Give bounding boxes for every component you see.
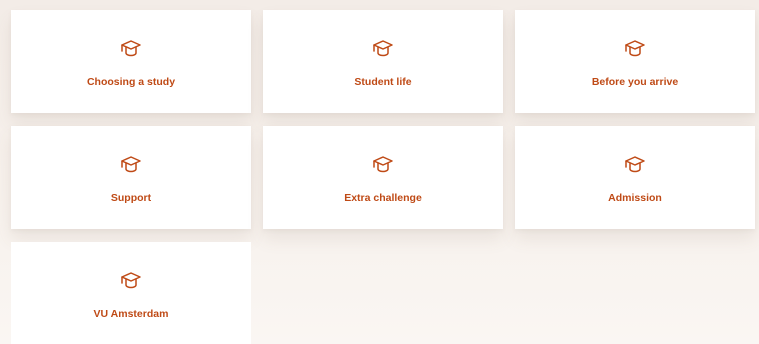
- tile-before-you-arrive[interactable]: Before you arrive: [515, 10, 755, 113]
- graduation-cap-icon: [119, 37, 143, 59]
- topic-grid: Choosing a study Student life Before you…: [0, 0, 759, 344]
- tile-label: Before you arrive: [591, 76, 679, 88]
- tile-student-life[interactable]: Student life: [263, 10, 503, 113]
- graduation-cap-icon: [371, 37, 395, 59]
- graduation-cap-icon: [623, 153, 647, 175]
- graduation-cap-icon: [371, 153, 395, 175]
- tile-label: VU Amsterdam: [93, 308, 169, 320]
- tile-vu-amsterdam[interactable]: VU Amsterdam: [11, 242, 251, 344]
- tile-label: Extra challenge: [344, 192, 422, 204]
- tile-support[interactable]: Support: [11, 126, 251, 229]
- graduation-cap-icon: [623, 37, 647, 59]
- tile-label: Admission: [608, 192, 662, 204]
- tile-extra-challenge[interactable]: Extra challenge: [263, 126, 503, 229]
- tile-choosing-a-study[interactable]: Choosing a study: [11, 10, 251, 113]
- tile-label: Choosing a study: [86, 76, 176, 88]
- tile-label: Support: [110, 192, 152, 204]
- graduation-cap-icon: [119, 153, 143, 175]
- tile-admission[interactable]: Admission: [515, 126, 755, 229]
- graduation-cap-icon: [119, 269, 143, 291]
- tile-label: Student life: [354, 76, 412, 88]
